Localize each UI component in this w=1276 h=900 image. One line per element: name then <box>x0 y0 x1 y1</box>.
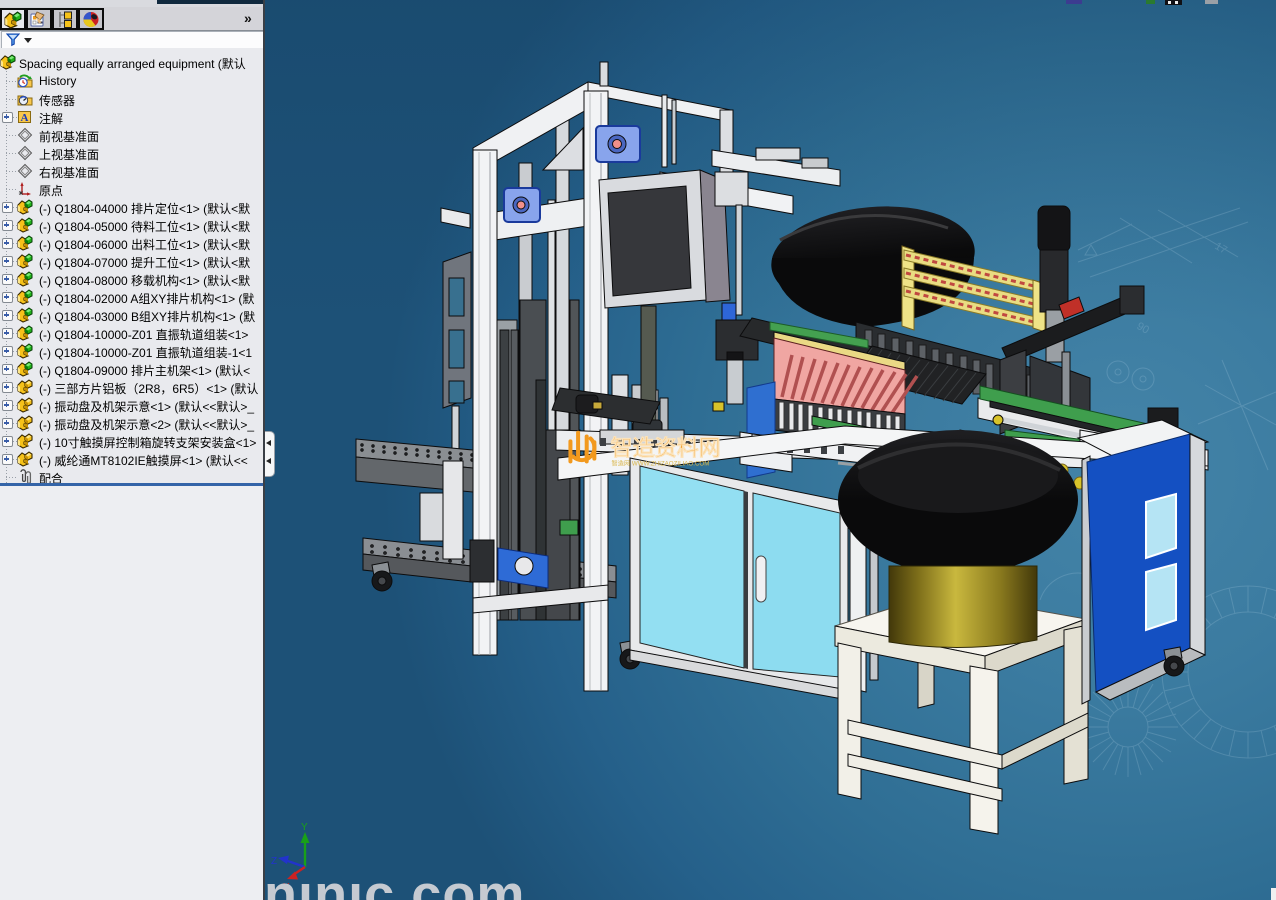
svg-text:智造资料网: 智造资料网 <box>611 436 721 461</box>
svg-text:Y: Y <box>301 822 308 833</box>
svg-text:智造网 WWW.ZHIZAOZILIAO.COM: 智造网 WWW.ZHIZAOZILIAO.COM <box>612 459 710 467</box>
svg-text:Z: Z <box>271 856 277 867</box>
svg-text:90: 90 <box>1135 320 1152 337</box>
svg-text:17: 17 <box>1213 240 1230 257</box>
